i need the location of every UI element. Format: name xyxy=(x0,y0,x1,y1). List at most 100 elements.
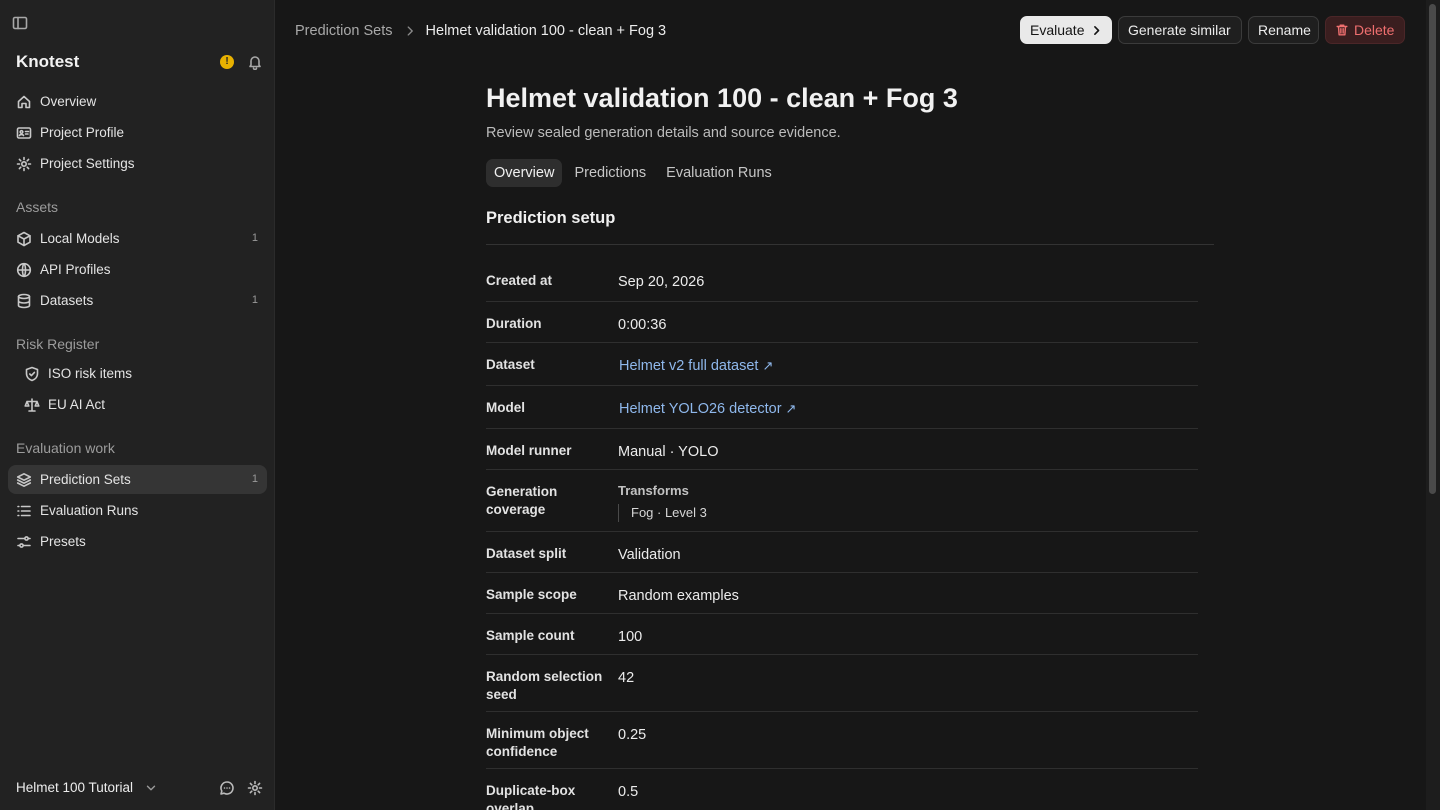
tab-predictions[interactable]: Predictions xyxy=(566,159,654,187)
sidebar-item-label: Overview xyxy=(40,94,97,109)
sidebar-item-overview[interactable]: Overview xyxy=(8,87,267,116)
field-value: 0.5 xyxy=(618,784,639,800)
count-badge: 1 xyxy=(251,294,258,306)
page-title: Helmet validation 100 - clean + Fog 3 xyxy=(486,83,958,113)
field-label: Duplicate-box overlap xyxy=(486,783,576,810)
layers-icon xyxy=(16,472,32,488)
section-title: Prediction setup xyxy=(486,209,616,227)
field-label: Minimum object confidence xyxy=(486,726,589,759)
brand-row: Knotest ! xyxy=(16,52,266,74)
field-duration: Duration 0:00:36 xyxy=(486,302,1198,343)
transforms-heading: Transforms xyxy=(618,483,689,498)
project-name: Helmet 100 Tutorial xyxy=(16,780,134,795)
sidebar: Knotest ! Overview Project Profile Proje… xyxy=(0,0,275,810)
delete-button[interactable]: Delete xyxy=(1325,16,1405,44)
sidebar-item-presets[interactable]: Presets xyxy=(8,527,267,556)
field-label: Duration xyxy=(486,316,542,331)
list-icon xyxy=(16,503,32,519)
field-sample-scope: Sample scope Random examples xyxy=(486,573,1198,614)
transform-item: Fog · Level 3 xyxy=(618,504,707,522)
field-value: 100 xyxy=(618,629,643,645)
field-value: 0.25 xyxy=(618,727,647,743)
generate-similar-button[interactable]: Generate similar xyxy=(1118,16,1242,44)
trash-icon xyxy=(1335,23,1349,37)
chevron-down-icon xyxy=(144,781,158,795)
sidebar-item-project-settings[interactable]: Project Settings xyxy=(8,149,267,178)
sidebar-toggle-icon[interactable] xyxy=(12,15,28,31)
field-value: Sep 20, 2026 xyxy=(618,274,705,290)
sidebar-item-label: EU AI Act xyxy=(48,397,106,412)
evaluate-button-label: Evaluate xyxy=(1030,22,1085,38)
external-link-icon: ↗ xyxy=(762,358,774,373)
tab-evaluation-runs[interactable]: Evaluation Runs xyxy=(658,159,780,187)
scrollbar-thumb[interactable] xyxy=(1429,4,1436,494)
scale-icon xyxy=(24,397,40,413)
sidebar-item-local-models[interactable]: Local Models 1 xyxy=(8,224,267,253)
sidebar-item-api-profiles[interactable]: API Profiles xyxy=(8,255,267,284)
field-label: Created at xyxy=(486,273,553,288)
chevron-right-icon xyxy=(1090,24,1103,37)
field-generation-coverage: Generation coverage Transforms Fog · Lev… xyxy=(486,470,1198,532)
field-duplicate-box-overlap: Duplicate-box overlap 0.5 xyxy=(486,769,1198,810)
model-link[interactable]: Helmet YOLO26 detector ↗ xyxy=(619,400,796,418)
sidebar-item-label: Project Settings xyxy=(40,156,135,171)
sidebar-item-prediction-sets[interactable]: Prediction Sets 1 xyxy=(8,465,267,494)
field-model-runner: Model runner Manual · YOLO xyxy=(486,429,1198,470)
sidebar-item-datasets[interactable]: Datasets 1 xyxy=(8,286,267,315)
rename-button[interactable]: Rename xyxy=(1248,16,1319,44)
sidebar-item-project-profile[interactable]: Project Profile xyxy=(8,118,267,147)
chat-icon[interactable] xyxy=(219,780,235,796)
field-label: Sample count xyxy=(486,628,575,643)
sidebar-item-label: Evaluation Runs xyxy=(40,503,139,518)
field-label: Model xyxy=(486,400,525,415)
field-label: Generation coverage xyxy=(486,484,558,517)
delete-label: Delete xyxy=(1354,22,1395,38)
bell-icon[interactable] xyxy=(247,54,263,70)
section-label-assets: Assets xyxy=(16,199,59,215)
shield-icon xyxy=(24,366,40,382)
field-label: Dataset xyxy=(486,357,535,372)
evaluate-button[interactable]: Evaluate xyxy=(1020,16,1112,44)
field-label: Random selection seed xyxy=(486,669,603,702)
sidebar-item-eu-ai-act[interactable]: EU AI Act xyxy=(8,390,267,419)
breadcrumb-link-prediction-sets[interactable]: Prediction Sets xyxy=(295,23,393,39)
warning-icon[interactable]: ! xyxy=(220,55,234,69)
dataset-link[interactable]: Helmet v2 full dataset ↗ xyxy=(619,357,773,375)
model-link-text: Helmet YOLO26 detector xyxy=(619,401,782,417)
database-icon xyxy=(16,293,32,309)
field-dataset: Dataset Helmet v2 full dataset ↗ xyxy=(486,343,1198,386)
breadcrumb: Prediction Sets Helmet validation 100 - … xyxy=(295,21,666,41)
field-minimum-object-confidence: Minimum object confidence 0.25 xyxy=(486,712,1198,769)
field-value: 42 xyxy=(618,670,635,686)
field-label: Sample scope xyxy=(486,587,577,602)
cube-icon xyxy=(16,231,32,247)
field-label: Model runner xyxy=(486,443,572,458)
page-subtitle: Review sealed generation details and sou… xyxy=(486,125,841,141)
sidebar-item-label: Local Models xyxy=(40,231,120,246)
gear-icon xyxy=(16,156,32,172)
count-badge: 1 xyxy=(251,473,258,485)
dataset-link-text: Helmet v2 full dataset xyxy=(619,358,759,374)
field-random-selection-seed: Random selection seed 42 xyxy=(486,655,1198,712)
field-created-at: Created at Sep 20, 2026 xyxy=(486,259,1198,302)
section-label-risk-register: Risk Register xyxy=(16,336,100,352)
sidebar-item-evaluation-runs[interactable]: Evaluation Runs xyxy=(8,496,267,525)
brand-name: Knotest xyxy=(16,52,80,71)
sidebar-item-iso-risk-items[interactable]: ISO risk items xyxy=(8,359,267,388)
sidebar-item-label: Prediction Sets xyxy=(40,472,131,487)
field-label: Dataset split xyxy=(486,546,567,561)
field-value: Validation xyxy=(618,547,681,563)
tab-bar: Overview Predictions Evaluation Runs xyxy=(486,159,784,187)
scrollbar[interactable] xyxy=(1426,0,1440,810)
field-value: Manual · YOLO xyxy=(618,444,719,460)
breadcrumb-current: Helmet validation 100 - clean + Fog 3 xyxy=(425,23,667,39)
sidebar-item-label: API Profiles xyxy=(40,262,111,277)
tab-overview[interactable]: Overview xyxy=(486,159,563,187)
field-value: 0:00:36 xyxy=(618,317,667,333)
divider xyxy=(486,244,1214,245)
settings-gear-icon[interactable] xyxy=(247,780,263,796)
section-label-evaluation-work: Evaluation work xyxy=(16,440,115,456)
count-badge: 1 xyxy=(251,232,258,244)
chevron-right-icon xyxy=(403,24,417,38)
sidebar-item-label: Project Profile xyxy=(40,125,125,140)
